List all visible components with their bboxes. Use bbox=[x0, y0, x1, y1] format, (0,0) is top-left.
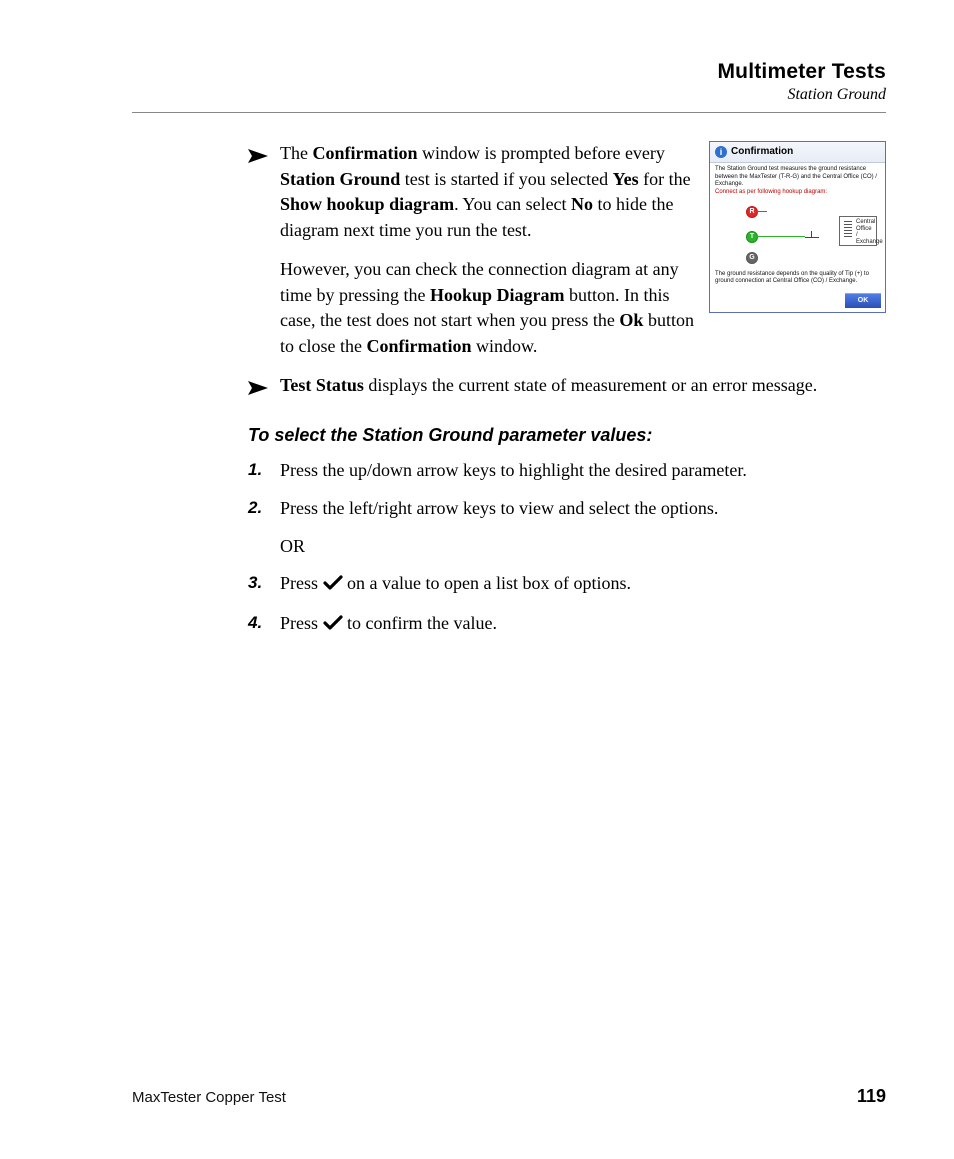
text: Press bbox=[280, 573, 323, 593]
page-footer: MaxTester Copper Test 119 bbox=[132, 1086, 886, 1107]
wire-r bbox=[757, 211, 767, 212]
confirmation-dialog-thumbnail: i Confirmation The Station Ground test m… bbox=[709, 141, 886, 313]
step-or: OR bbox=[280, 534, 886, 560]
probe-g-icon: G bbox=[746, 252, 758, 264]
text: window is prompted before every bbox=[417, 143, 664, 163]
step-2: 2. Press the left/right arrow keys to vi… bbox=[248, 496, 886, 522]
page-number: 119 bbox=[857, 1086, 886, 1107]
probe-t-icon: T bbox=[746, 231, 758, 243]
dialog-ok-button[interactable]: OK bbox=[845, 293, 881, 308]
text: to confirm the value. bbox=[343, 613, 497, 633]
step-text: Press the up/down arrow keys to highligh… bbox=[280, 458, 886, 484]
step-1: 1. Press the up/down arrow keys to highl… bbox=[248, 458, 886, 484]
kw-confirmation: Confirmation bbox=[366, 336, 471, 356]
header-rule bbox=[132, 112, 886, 113]
dialog-title: Confirmation bbox=[731, 145, 793, 159]
dialog-footer-text: The ground resistance depends on the qua… bbox=[710, 268, 885, 288]
step-number: 3. bbox=[248, 571, 280, 599]
bullet-body: Test Status displays the current state o… bbox=[280, 373, 886, 403]
pointer-icon bbox=[248, 373, 280, 403]
ground-icon bbox=[805, 231, 819, 243]
dialog-body: The Station Ground test measures the gro… bbox=[710, 163, 885, 198]
content: i Confirmation The Station Ground test m… bbox=[132, 141, 886, 638]
text: Press bbox=[280, 613, 323, 633]
info-icon: i bbox=[715, 146, 727, 158]
pointer-icon bbox=[248, 141, 280, 359]
page: Multimeter Tests Station Ground i Confir… bbox=[0, 0, 954, 1159]
kw-ok: Ok bbox=[619, 310, 643, 330]
step-number: 4. bbox=[248, 611, 280, 639]
checkmark-icon bbox=[323, 573, 343, 599]
text: window. bbox=[471, 336, 537, 356]
central-office-box: Central Office / Exchange bbox=[839, 216, 877, 246]
step-number: 1. bbox=[248, 458, 280, 484]
step-4: 4. Press to confirm the value. bbox=[248, 611, 886, 639]
dialog-line1: The Station Ground test measures the gro… bbox=[715, 166, 877, 187]
text: test is started if you selected bbox=[400, 169, 612, 189]
step-text: Press the left/right arrow keys to view … bbox=[280, 496, 886, 522]
kw-station-ground: Station Ground bbox=[280, 169, 400, 189]
dialog-titlebar: i Confirmation bbox=[710, 142, 885, 163]
product-name: MaxTester Copper Test bbox=[132, 1089, 286, 1106]
page-title: Multimeter Tests bbox=[132, 60, 886, 84]
page-subtitle: Station Ground bbox=[132, 86, 886, 104]
text: displays the current state of measuremen… bbox=[364, 375, 817, 395]
text: on a value to open a list box of options… bbox=[343, 573, 631, 593]
step-3: 3. Press on a value to open a list box o… bbox=[248, 571, 886, 599]
dialog-line2: Connect as per following hookup diagram: bbox=[715, 189, 827, 195]
checkmark-icon bbox=[323, 613, 343, 639]
kw-no: No bbox=[571, 194, 593, 214]
probe-r-icon: R bbox=[746, 206, 758, 218]
kw-yes: Yes bbox=[613, 169, 639, 189]
kw-show-hookup: Show hookup diagram bbox=[280, 194, 454, 214]
step-text: Press to confirm the value. bbox=[280, 611, 886, 639]
kw-hookup-diagram: Hookup Diagram bbox=[430, 285, 565, 305]
step-text: Press on a value to open a list box of o… bbox=[280, 571, 886, 599]
step-number: 2. bbox=[248, 496, 280, 522]
bullet-test-status: Test Status displays the current state o… bbox=[248, 373, 886, 403]
text: . You can select bbox=[454, 194, 571, 214]
page-header: Multimeter Tests Station Ground bbox=[132, 60, 886, 104]
kw-confirmation: Confirmation bbox=[312, 143, 417, 163]
procedure-heading: To select the Station Ground parameter v… bbox=[248, 423, 886, 449]
bullet-body: i Confirmation The Station Ground test m… bbox=[280, 141, 886, 359]
kw-test-status: Test Status bbox=[280, 375, 364, 395]
text: The bbox=[280, 143, 312, 163]
hookup-diagram: R T G Central Office / Exchange bbox=[710, 198, 885, 268]
bullet-confirmation: i Confirmation The Station Ground test m… bbox=[248, 141, 886, 359]
wire-t bbox=[757, 236, 805, 237]
text: for the bbox=[639, 169, 691, 189]
